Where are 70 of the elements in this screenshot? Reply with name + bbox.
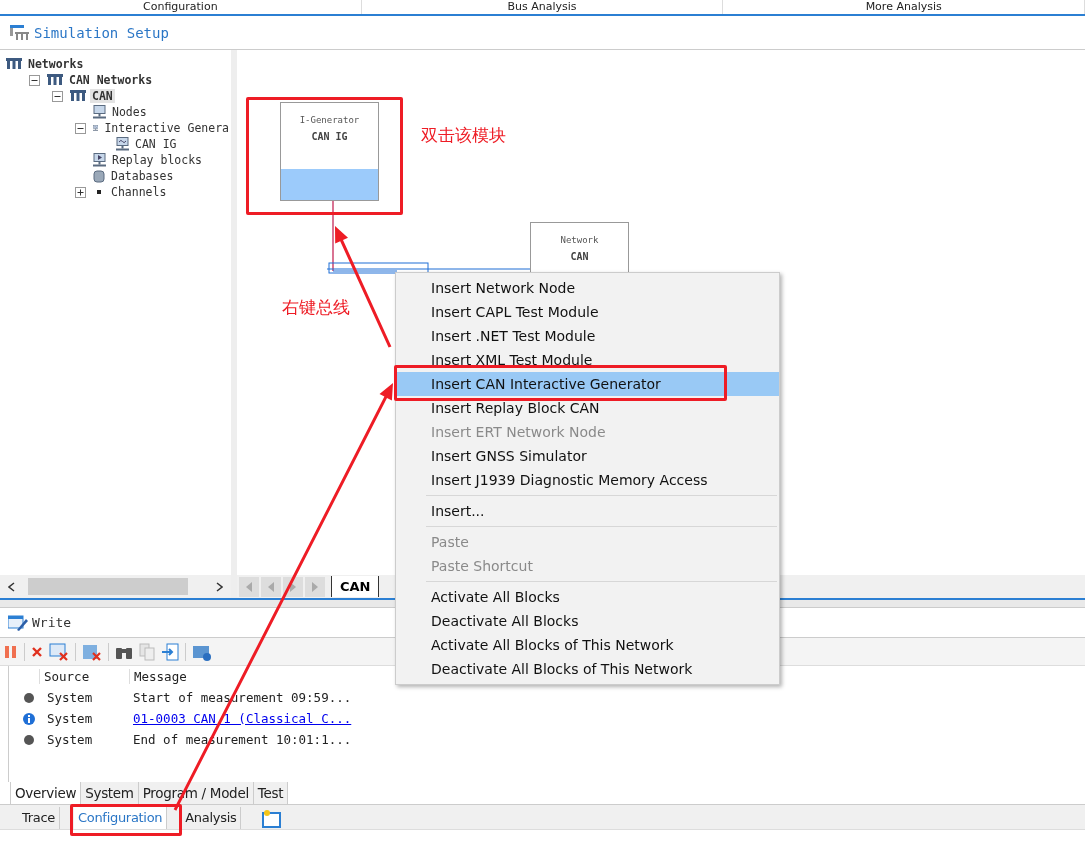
left-arrow-icon (267, 581, 275, 592)
write-icon (8, 614, 28, 631)
menu-item[interactable]: Insert CAN Interactive Generator (396, 372, 779, 396)
collapse-icon[interactable] (52, 90, 63, 102)
block-type: Network (560, 235, 599, 245)
generator-block[interactable]: I-Generator CAN IG (280, 102, 379, 201)
block-name: CAN IG (311, 131, 348, 142)
status-dot-icon (24, 734, 34, 745)
scroll-left-icon[interactable] (8, 581, 15, 592)
menu-item[interactable]: Insert Replay Block CAN (396, 396, 779, 420)
collapse-icon[interactable] (75, 122, 86, 134)
tree-item[interactable]: CAN (90, 89, 115, 103)
network-icon (47, 74, 63, 86)
menu-item[interactable]: Activate All Blocks of This Network (396, 633, 779, 657)
clear-icon[interactable] (31, 645, 43, 658)
menu-item[interactable]: Insert .NET Test Module (396, 324, 779, 348)
network-icon (70, 90, 86, 102)
tree-item[interactable]: CAN Networks (67, 73, 155, 87)
collapse-icon[interactable] (29, 74, 40, 86)
table-cell-text: System (46, 711, 94, 726)
clear-window-icon[interactable] (49, 642, 69, 661)
table-cell-text: System (46, 690, 94, 705)
block-type: I-Generator (299, 115, 360, 125)
block-name: CAN (570, 251, 589, 262)
tree-item[interactable]: Interactive Genera (102, 121, 231, 135)
menu-item[interactable]: Insert J1939 Diagnostic Memory Access (396, 468, 779, 492)
replay-icon (93, 153, 106, 167)
top-tab[interactable]: More Analysis (723, 0, 1085, 14)
menu-item[interactable]: Activate All Blocks (396, 585, 779, 609)
scroll-right-icon[interactable] (216, 581, 223, 592)
output-tab[interactable]: System (81, 782, 139, 804)
new-tab-icon[interactable] (261, 809, 284, 829)
network-icon (6, 58, 22, 70)
menu-item[interactable]: Deactivate All Blocks of This Network (396, 657, 779, 681)
menu-item[interactable]: Insert GNSS Simulator (396, 444, 779, 468)
computer-icon (93, 105, 106, 119)
import-icon[interactable] (161, 642, 179, 661)
database-icon (93, 169, 105, 183)
table-cell-text: System (46, 732, 94, 747)
pause-icon[interactable] (4, 644, 18, 659)
tree-item[interactable]: Networks (26, 57, 86, 71)
annotation-text: 双击该模块 (421, 124, 506, 147)
annotation-text: 右键总线 (282, 296, 350, 319)
generator-icon (116, 137, 129, 151)
menu-item[interactable]: Insert... (396, 499, 779, 523)
tree-item[interactable]: Channels (109, 185, 169, 199)
view-tab[interactable]: Configuration (74, 807, 168, 829)
expand-icon[interactable] (75, 186, 86, 198)
status-dot-icon (24, 692, 34, 703)
menu-item[interactable]: Deactivate All Blocks (396, 609, 779, 633)
info-icon (23, 712, 35, 725)
top-tab[interactable]: Configuration (0, 0, 362, 14)
column-header[interactable]: Source (39, 669, 129, 684)
tree-item[interactable]: CAN IG (133, 137, 179, 151)
view-tab[interactable]: Trace (18, 807, 60, 829)
right-arrow-icon (311, 581, 319, 592)
panel-title: Simulation Setup (34, 24, 169, 41)
scrollbar-thumb[interactable] (28, 578, 188, 595)
tree-item[interactable]: Nodes (110, 105, 149, 119)
tree-item[interactable]: Replay blocks (110, 153, 204, 167)
output-tab[interactable]: Test (253, 782, 289, 804)
left-arrow-icon (245, 581, 253, 592)
menu-item[interactable]: Insert XML Test Module (396, 348, 779, 372)
message-link[interactable]: 01-0003 CAN 1 (Classical C... (129, 711, 352, 726)
top-tab[interactable]: Bus Analysis (361, 0, 724, 14)
simulation-icon (10, 24, 30, 41)
canvas-tab[interactable]: CAN (331, 576, 380, 597)
delete-file-icon[interactable] (82, 642, 102, 661)
tree-item[interactable]: Databases (109, 169, 176, 183)
panel-title: Write (32, 615, 72, 630)
